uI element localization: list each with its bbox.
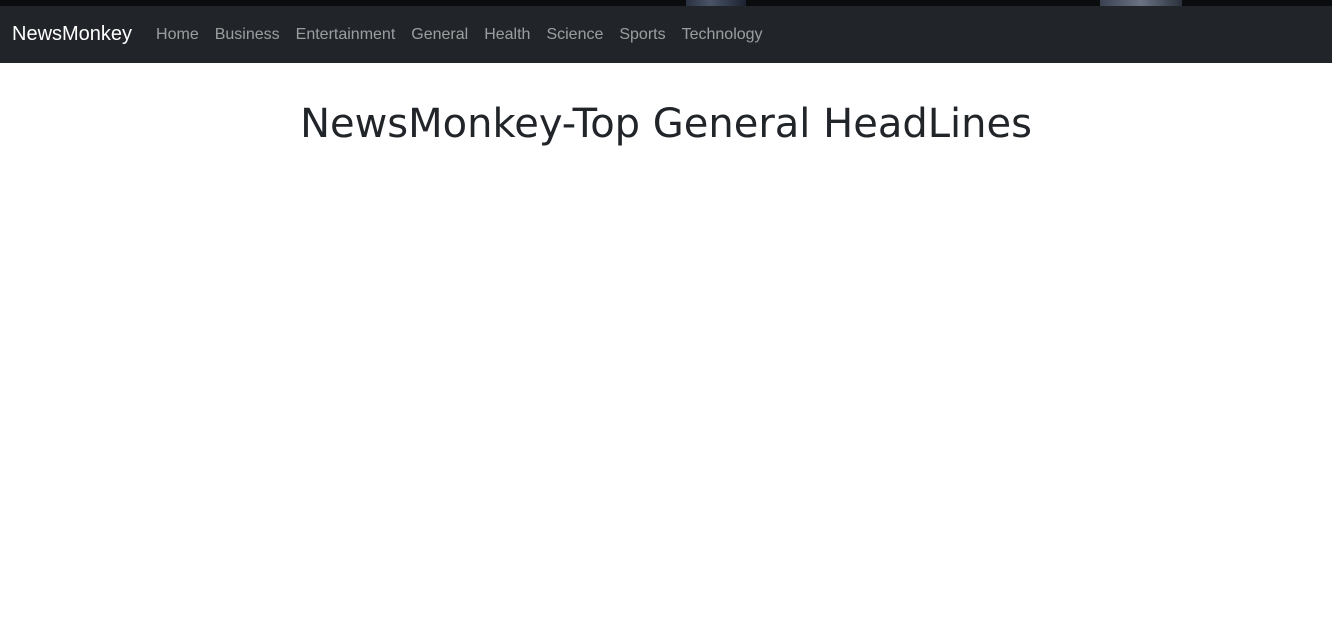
- page-title: NewsMonkey-Top General HeadLines: [300, 101, 1032, 147]
- nav-link-health[interactable]: Health: [476, 26, 538, 43]
- nav-link-science[interactable]: Science: [538, 26, 611, 43]
- nav-link-general[interactable]: General: [403, 26, 476, 43]
- main-content: NewsMonkey-Top General HeadLines: [0, 63, 1332, 638]
- nav-link-technology[interactable]: Technology: [674, 26, 771, 43]
- navbar: NewsMonkey Home Business Entertainment G…: [0, 6, 1332, 63]
- nav-links: Home Business Entertainment General Heal…: [148, 26, 771, 44]
- nav-link-home[interactable]: Home: [148, 26, 207, 43]
- nav-link-sports[interactable]: Sports: [611, 26, 673, 43]
- brand-link[interactable]: NewsMonkey: [12, 23, 132, 46]
- nav-link-business[interactable]: Business: [207, 26, 288, 43]
- nav-link-entertainment[interactable]: Entertainment: [288, 26, 404, 43]
